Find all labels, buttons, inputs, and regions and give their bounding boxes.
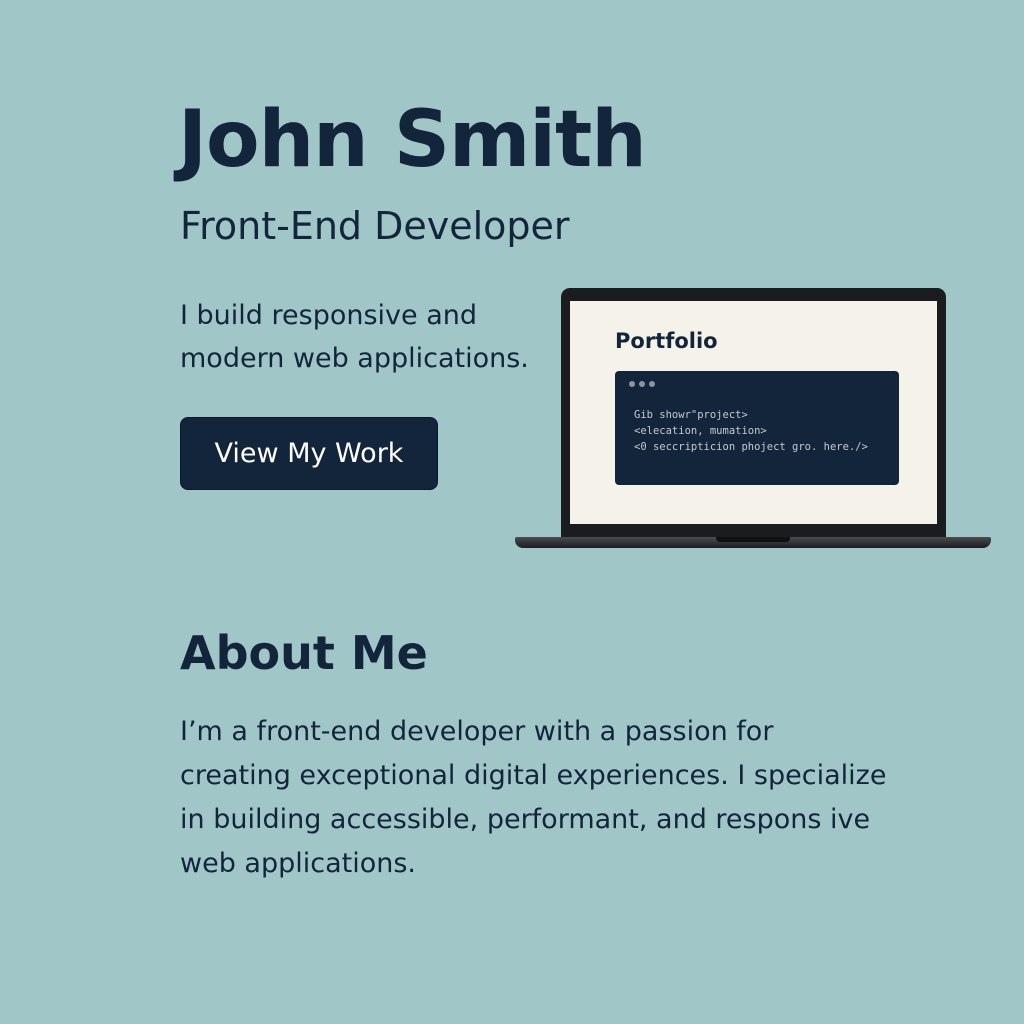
hero-tagline: I build responsive and modern web applic… (180, 300, 529, 374)
laptop-screen: Portfolio Gib showr"project> <elecation, … (570, 301, 937, 524)
code-line: <elecation, mumation> (634, 425, 767, 437)
code-window: Gib showr"project> <elecation, mumation> <… (615, 371, 899, 485)
laptop-mockup: Portfolio Gib showr"project> <elecation, … (515, 288, 991, 554)
window-dot (629, 381, 635, 387)
hero-role: Front-End Developer (180, 204, 570, 248)
window-dot (649, 381, 655, 387)
about-heading: About Me (180, 626, 428, 680)
portfolio-page: John Smith Front-End Developer I build r… (0, 0, 1024, 1024)
laptop-notch (716, 537, 790, 542)
screen-title: Portfolio (615, 329, 718, 353)
code-line: Gib showr"project> (634, 409, 748, 421)
laptop-lid: Portfolio Gib showr"project> <elecation, … (561, 288, 946, 538)
three-dots-icon (629, 381, 655, 387)
code-line: <0 seccripticion phoject gro. here./> (634, 441, 868, 453)
hero-name: John Smith (178, 95, 647, 185)
view-my-work-button[interactable]: View My Work (180, 417, 438, 490)
window-dot (639, 381, 645, 387)
code-snippet: Gib showr"project> <elecation, mumation> <… (634, 407, 868, 455)
about-body: I’m a front-end developer with a passion… (180, 716, 887, 879)
